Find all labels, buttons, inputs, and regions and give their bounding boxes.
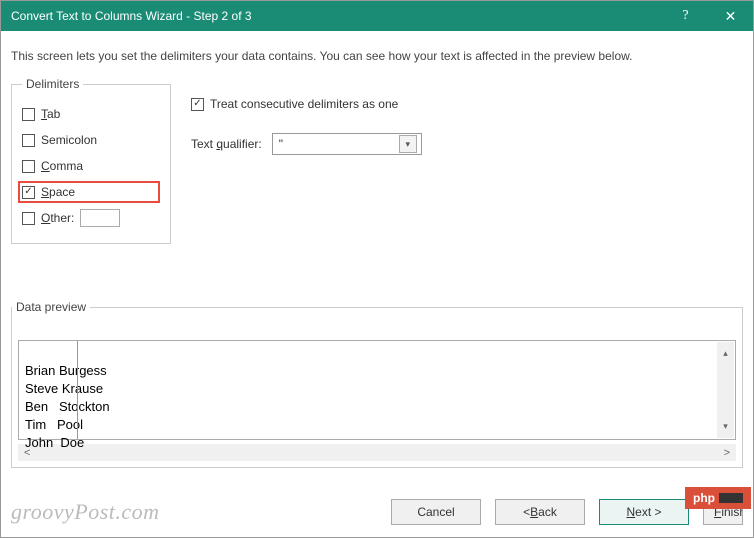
title-bar: Convert Text to Columns Wizard - Step 2 … [1,1,753,31]
data-preview-group: Data preview Brian Burgess Steve Krause … [11,300,743,468]
qualifier-select[interactable]: " ▾ [272,133,422,155]
space-checkbox[interactable] [22,186,35,199]
chevron-down-icon: ▾ [399,135,417,153]
semicolon-checkbox[interactable] [22,134,35,147]
comma-checkbox[interactable] [22,160,35,173]
close-button[interactable]: ✕ [708,1,753,31]
php-badge: php [685,487,751,509]
other-label: Other: [41,211,74,225]
tab-checkbox[interactable] [22,108,35,121]
vertical-scrollbar[interactable]: ▴▾ [717,342,734,438]
tab-label: Tab [41,107,60,121]
preview-grid: Brian Burgess Steve Krause Ben Stockton … [18,340,736,440]
dialog-window: Convert Text to Columns Wizard - Step 2 … [0,0,754,538]
data-preview-legend: Data preview [12,300,90,314]
watermark: groovyPost.com [11,499,391,525]
space-highlight: Space [18,181,160,203]
semicolon-label: Semicolon [41,133,97,147]
help-button[interactable]: ? [663,1,708,31]
other-input[interactable] [80,209,120,227]
delimiter-options: Treat consecutive delimiters as one Text… [191,77,422,155]
space-label: Space [41,185,75,199]
cancel-button[interactable]: Cancel [391,499,481,525]
delimiters-legend: Delimiters [22,77,83,91]
instruction-text: This screen lets you set the delimiters … [11,49,743,63]
comma-label: Comma [41,159,83,173]
consecutive-checkbox[interactable] [191,98,204,111]
delimiters-group: Delimiters Tab Semicolon Comma Space [11,77,171,244]
next-button[interactable]: Next > [599,499,689,525]
other-checkbox[interactable] [22,212,35,225]
consecutive-label: Treat consecutive delimiters as one [210,97,398,111]
back-button[interactable]: < Back [495,499,585,525]
horizontal-scrollbar[interactable]: <> [18,444,736,461]
window-title: Convert Text to Columns Wizard - Step 2 … [11,9,663,23]
qualifier-value: " [279,137,283,151]
qualifier-label: Text qualifier: [191,137,262,151]
column-divider [77,341,78,439]
